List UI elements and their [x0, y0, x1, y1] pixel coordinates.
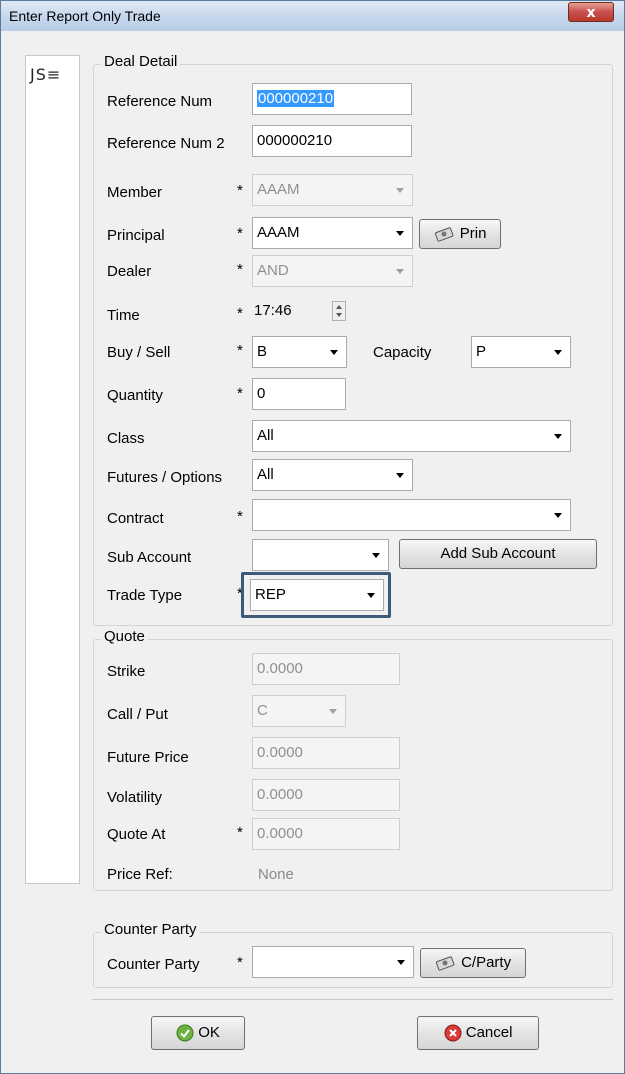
check-circle-icon [176, 1024, 194, 1042]
principal-label: Principal [107, 227, 165, 244]
member-value: AAAM [257, 181, 300, 198]
chevron-down-icon [554, 513, 562, 518]
chevron-down-icon [396, 231, 404, 236]
dealer-required: * [237, 261, 243, 278]
prin-button-label: Prin [459, 225, 487, 242]
reference-num-input[interactable]: 000000210 [252, 83, 412, 115]
reference-num-label: Reference Num [107, 93, 213, 110]
chevron-down-icon [554, 434, 562, 439]
principal-select[interactable]: AAAM [252, 217, 413, 249]
quote-legend: Quote [101, 628, 148, 645]
trade-type-label: Trade Type [107, 587, 183, 604]
trade-type-select[interactable]: REP [250, 579, 384, 611]
chevron-down-icon [330, 350, 338, 355]
future-price-label: Future Price [107, 749, 189, 766]
cparty-button[interactable]: C/Party [420, 948, 526, 978]
capacity-value: P [476, 343, 487, 360]
member-required: * [237, 182, 243, 199]
reference-num2-label: Reference Num 2 [107, 135, 225, 152]
quantity-input[interactable]: 0 [252, 378, 346, 410]
chevron-down-icon [372, 553, 380, 558]
quantity-label: Quantity [107, 387, 163, 404]
cancel-button-label: Cancel [465, 1024, 513, 1041]
futures-options-value: All [257, 466, 274, 483]
future-price-input: 0.0000 [252, 737, 400, 769]
money-icon [435, 956, 455, 971]
volatility-input: 0.0000 [252, 779, 400, 811]
volatility-label: Volatility [107, 789, 163, 806]
prin-button[interactable]: Prin [419, 219, 501, 249]
strike-input: 0.0000 [252, 653, 400, 685]
capacity-select[interactable]: P [471, 336, 571, 368]
deal-detail-legend: Deal Detail [101, 53, 181, 70]
counter-party-select[interactable] [252, 946, 414, 978]
cancel-circle-icon [444, 1024, 462, 1042]
strike-label: Strike [107, 663, 146, 680]
dealer-select: AND [252, 255, 413, 287]
call-put-select: C [252, 695, 346, 727]
quote-at-label: Quote At [107, 826, 166, 843]
add-sub-account-button[interactable]: Add Sub Account [399, 539, 597, 569]
contract-required: * [237, 508, 243, 525]
window-title: Enter Report Only Trade [9, 8, 161, 24]
trade-type-value: REP [255, 586, 286, 603]
chevron-down-icon [396, 473, 404, 478]
futures-options-label: Futures / Options [107, 469, 223, 486]
money-icon [434, 227, 454, 242]
reference-num2-input[interactable]: 000000210 [252, 125, 412, 157]
call-put-value: C [257, 702, 268, 719]
time-required: * [237, 305, 243, 322]
member-select: AAAM [252, 174, 413, 206]
chevron-down-icon [396, 269, 404, 274]
dealer-value: AND [257, 262, 289, 279]
button-separator [92, 999, 613, 1000]
title-bar: Enter Report Only Trade x [1, 1, 624, 31]
logo-panel: JS≡ [25, 55, 80, 884]
call-put-label: Call / Put [107, 706, 168, 723]
class-label: Class [107, 430, 145, 447]
time-spinner[interactable] [332, 301, 346, 321]
cparty-button-label: C/Party [461, 954, 512, 971]
contract-select[interactable] [252, 499, 571, 531]
counter-party-legend: Counter Party [101, 921, 200, 938]
ok-button-label: OK [198, 1024, 220, 1041]
reference-num-value: 000000210 [257, 90, 335, 107]
class-select[interactable]: All [252, 420, 571, 452]
dealer-label: Dealer [107, 263, 152, 280]
quote-at-required: * [237, 824, 243, 841]
quote-at-input: 0.0000 [252, 818, 400, 850]
jse-logo: JS≡ [30, 65, 62, 84]
ok-button[interactable]: OK [151, 1016, 245, 1050]
buy-sell-label: Buy / Sell [107, 344, 171, 361]
buy-sell-required: * [237, 342, 243, 359]
counter-party-required: * [237, 954, 243, 971]
principal-required: * [237, 225, 243, 242]
chevron-down-icon [329, 709, 337, 714]
contract-label: Contract [107, 510, 164, 527]
capacity-label: Capacity [373, 344, 432, 361]
dialog-window: Enter Report Only Trade x JS≡ Deal Detai… [0, 0, 625, 1074]
sub-account-label: Sub Account [107, 549, 192, 566]
counter-party-label: Counter Party [107, 956, 200, 973]
buy-sell-value: B [257, 343, 268, 360]
price-ref-value: None [258, 866, 294, 883]
close-button[interactable]: x [568, 2, 614, 22]
chevron-down-icon [397, 960, 405, 965]
cancel-button[interactable]: Cancel [417, 1016, 539, 1050]
time-label: Time [107, 307, 140, 324]
futures-options-select[interactable]: All [252, 459, 413, 491]
price-ref-label: Price Ref: [107, 866, 173, 883]
class-value: All [257, 427, 274, 444]
chevron-down-icon [554, 350, 562, 355]
buy-sell-select[interactable]: B [252, 336, 347, 368]
quantity-required: * [237, 385, 243, 402]
principal-value: AAAM [257, 224, 300, 241]
chevron-down-icon [367, 593, 375, 598]
sub-account-select[interactable] [252, 539, 389, 571]
member-label: Member [107, 184, 163, 201]
chevron-down-icon [396, 188, 404, 193]
